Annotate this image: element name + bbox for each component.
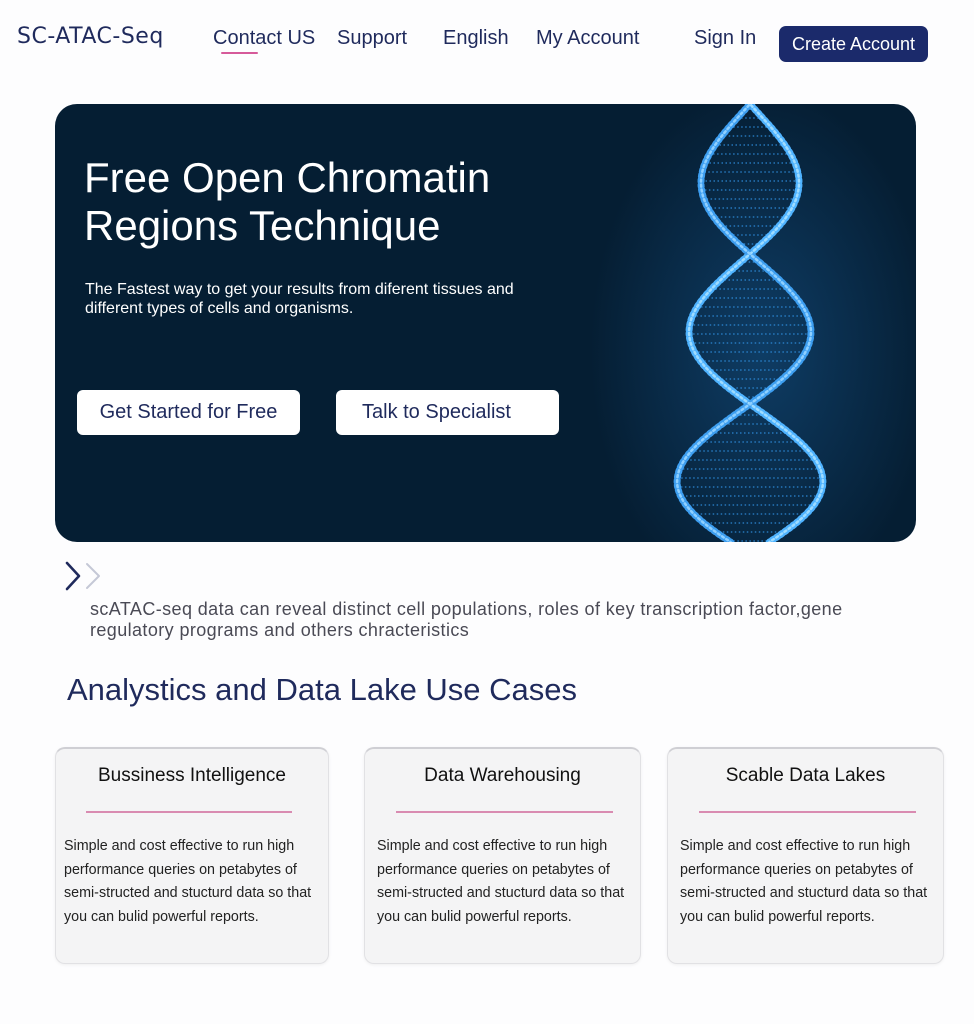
nav-contact-us[interactable]: Contact US bbox=[213, 27, 315, 50]
card-title: Bussiness Intelligence bbox=[98, 765, 286, 786]
hero-subtitle: The Fastest way to get your results from… bbox=[85, 281, 514, 317]
dna-helix-image bbox=[673, 104, 827, 542]
nav-english[interactable]: English bbox=[443, 27, 509, 50]
card-body: Simple and cost effective to run high pe… bbox=[377, 838, 625, 925]
use-case-card: Scable Data Lakes Simple and cost effect… bbox=[667, 747, 944, 964]
card-title: Data Warehousing bbox=[424, 765, 581, 786]
description-text: scATAC-seq data can reveal distinct cell… bbox=[90, 599, 843, 640]
sign-in-link[interactable]: Sign In bbox=[694, 27, 756, 50]
site-logo[interactable]: SC-ATAC-Seq bbox=[17, 24, 164, 49]
create-account-button[interactable]: Create Account bbox=[779, 26, 928, 62]
card-body: Simple and cost effective to run high pe… bbox=[680, 838, 928, 925]
nav-my-account[interactable]: My Account bbox=[536, 27, 639, 50]
hero-banner: Free Open Chromatin Regions Technique Th… bbox=[55, 104, 916, 542]
card-divider bbox=[699, 811, 916, 813]
get-started-button[interactable]: Get Started for Free bbox=[77, 390, 300, 435]
double-chevron-right-icon bbox=[65, 561, 100, 591]
use-case-card: Bussiness Intelligence Simple and cost e… bbox=[55, 747, 329, 964]
page: SC-ATAC-Seq Contact US Support English M… bbox=[0, 0, 974, 1024]
nav-active-underline bbox=[221, 52, 258, 54]
card-title: Scable Data Lakes bbox=[725, 765, 886, 786]
use-case-card: Data Warehousing Simple and cost effecti… bbox=[364, 747, 641, 964]
card-divider bbox=[396, 811, 613, 813]
hero-title: Free Open Chromatin Regions Technique bbox=[84, 154, 491, 249]
card-divider bbox=[86, 811, 292, 813]
talk-to-specialist-button[interactable]: Talk to Specialist bbox=[336, 390, 559, 435]
section-title: Analystics and Data Lake Use Cases bbox=[67, 672, 578, 707]
card-body: Simple and cost effective to run high pe… bbox=[64, 838, 312, 925]
nav-support[interactable]: Support bbox=[337, 27, 407, 50]
